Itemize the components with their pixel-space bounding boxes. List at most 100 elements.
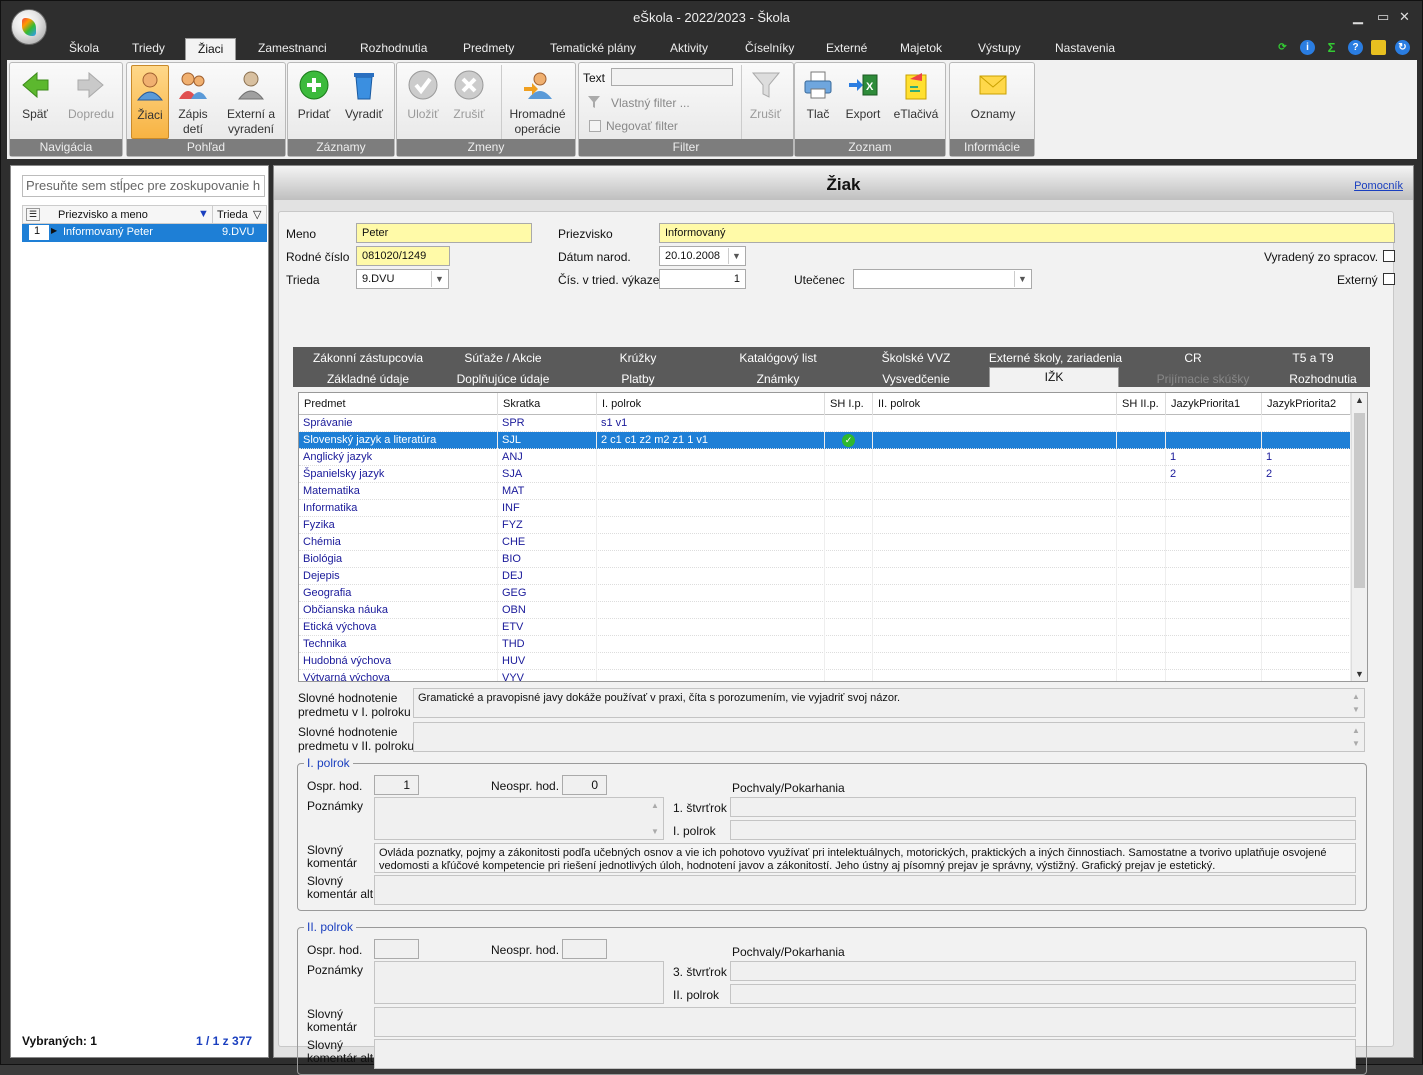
bulk-operations-button[interactable]: Hromadné operácie bbox=[501, 65, 573, 139]
save-button[interactable]: Uložiť bbox=[403, 65, 443, 139]
class-select[interactable]: 9.DVU ▼ bbox=[356, 269, 449, 289]
menu-ziaci[interactable]: Žiaci bbox=[185, 38, 237, 60]
col-sh1[interactable]: SH I.p. bbox=[825, 393, 873, 415]
custom-filter-link[interactable]: Vlastný filter ... bbox=[611, 96, 690, 110]
menu-triedy[interactable]: Triedy bbox=[132, 38, 165, 60]
remove-button[interactable]: Vyradiť bbox=[340, 65, 388, 139]
grid-scrollbar[interactable]: ▲ ▼ bbox=[1351, 393, 1367, 681]
table-row[interactable]: Fyzika FYZ bbox=[299, 517, 1351, 534]
tab-catalog-sheet[interactable]: Katalógový list bbox=[713, 351, 843, 365]
menu-tematicke-plany[interactable]: Tematické plány bbox=[550, 38, 636, 60]
half1-unexcused-field[interactable]: 0 bbox=[562, 775, 607, 795]
tab-decisions[interactable]: Rozhodnutia bbox=[1278, 372, 1368, 386]
col-name-header[interactable]: Priezvisko a meno bbox=[58, 209, 148, 221]
tab-izk[interactable]: IŽK bbox=[989, 367, 1119, 387]
enroll-button[interactable]: Zápis detí bbox=[173, 65, 213, 139]
close-icon[interactable]: ✕ bbox=[1399, 9, 1410, 25]
half1-q2-field[interactable] bbox=[730, 820, 1356, 840]
scroll-thumb[interactable] bbox=[1354, 413, 1365, 588]
half2-comment-field[interactable] bbox=[374, 1007, 1356, 1037]
table-row[interactable]: Výtvarná výchova VYV bbox=[299, 670, 1351, 681]
table-row[interactable]: Anglický jazyk ANJ 1 1 bbox=[299, 449, 1351, 466]
scroll-up-icon[interactable]: ▲ bbox=[1355, 395, 1364, 405]
menu-vystupy[interactable]: Výstupy bbox=[978, 38, 1021, 60]
tab-clubs[interactable]: Krúžky bbox=[583, 351, 693, 365]
tab-report-card[interactable]: Vysvedčenie bbox=[861, 372, 971, 386]
export-button[interactable]: X Export bbox=[841, 65, 885, 139]
table-row[interactable]: Geografia GEG bbox=[299, 585, 1351, 602]
sum-icon[interactable]: Σ bbox=[1324, 40, 1339, 55]
chevron-down-icon[interactable]: ▼ bbox=[728, 248, 744, 264]
filter-text-input[interactable] bbox=[611, 68, 733, 86]
half1-comment-field[interactable]: Ovláda poznatky, pojmy a zákonitosti pod… bbox=[374, 843, 1356, 873]
verbal-eval-half2[interactable]: ▲ ▼ bbox=[413, 722, 1365, 752]
last-name-field[interactable]: Informovaný bbox=[659, 223, 1395, 243]
chevron-down-icon[interactable]: ▼ bbox=[431, 271, 447, 287]
toolbox-icon[interactable] bbox=[1371, 40, 1386, 55]
half2-excused-field[interactable] bbox=[374, 939, 419, 959]
tab-school-vvz[interactable]: Školské VVZ bbox=[861, 351, 971, 365]
forward-button[interactable]: Dopredu bbox=[62, 65, 120, 139]
table-row[interactable]: 1 ▶ Informovaný Peter 9.DVU bbox=[22, 224, 267, 242]
table-row[interactable]: Technika THD bbox=[299, 636, 1351, 653]
table-row[interactable]: Správanie SPR s1 v1 bbox=[299, 415, 1351, 432]
table-row[interactable]: Španielsky jazyk SJA 2 2 bbox=[299, 466, 1351, 483]
menu-zamestnanci[interactable]: Zamestnanci bbox=[258, 38, 327, 60]
update-icon[interactable]: ↻ bbox=[1395, 40, 1410, 55]
col-lang2[interactable]: JazykPriorita2 bbox=[1262, 393, 1351, 415]
tab-external-schools[interactable]: Externé školy, zariadenia bbox=[983, 351, 1128, 365]
info-icon[interactable]: i bbox=[1300, 40, 1315, 55]
cancel-filter-button[interactable]: Zrušiť bbox=[741, 65, 789, 139]
col-half1[interactable]: I. polrok bbox=[597, 393, 825, 415]
students-view-button[interactable]: Žiaci bbox=[131, 65, 169, 139]
col-class-header[interactable]: Trieda bbox=[217, 209, 248, 221]
half1-alt-comment-field[interactable] bbox=[374, 875, 1356, 905]
menu-rozhodnutia[interactable]: Rozhodnutia bbox=[360, 38, 427, 60]
add-button[interactable]: Pridať bbox=[294, 65, 334, 139]
col-sh2[interactable]: SH II.p. bbox=[1117, 393, 1166, 415]
tab-payments[interactable]: Platby bbox=[583, 372, 693, 386]
scrollbar-arrows-icon[interactable] bbox=[1340, 799, 1354, 815]
tab-basic-data[interactable]: Základné údaje bbox=[293, 372, 443, 386]
half2-unexcused-field[interactable] bbox=[562, 939, 607, 959]
refresh-icon[interactable]: ⟳ bbox=[1275, 40, 1290, 55]
scrollbar-arrows-icon[interactable]: ▲ ▼ bbox=[648, 799, 662, 838]
half1-excused-field[interactable]: 1 bbox=[374, 775, 419, 795]
tab-entrance-exams[interactable]: Prijímacie skúšky bbox=[1143, 372, 1263, 386]
external-checkbox[interactable] bbox=[1383, 273, 1395, 285]
tab-grades[interactable]: Známky bbox=[713, 372, 843, 386]
class-number-field[interactable]: 1 bbox=[659, 269, 746, 289]
external-excluded-button[interactable]: Externí a vyradení bbox=[221, 65, 281, 139]
filter-active-icon[interactable]: ▼ bbox=[198, 208, 209, 220]
col-half2[interactable]: II. polrok bbox=[873, 393, 1117, 415]
group-by-drop-area[interactable]: Presuňte sem stĺpec pre zoskupovanie h bbox=[22, 175, 265, 197]
table-row[interactable]: Dejepis DEJ bbox=[299, 568, 1351, 585]
table-row[interactable]: Slovenský jazyk a literatúra SJL 2 c1 c1 z… bbox=[299, 431, 1352, 450]
menu-majetok[interactable]: Majetok bbox=[900, 38, 942, 60]
chevron-down-icon[interactable]: ▼ bbox=[1014, 271, 1030, 287]
eprint-button[interactable]: eTlačivá bbox=[891, 65, 941, 139]
table-row[interactable]: Občianska náuka OBN bbox=[299, 602, 1351, 619]
half2-q3-field[interactable] bbox=[730, 961, 1356, 981]
first-name-field[interactable]: Peter bbox=[356, 223, 532, 243]
menu-nastavenia[interactable]: Nastavenia bbox=[1055, 38, 1115, 60]
scrollbar-arrows-icon[interactable]: ▲ ▼ bbox=[1349, 724, 1363, 750]
dob-field[interactable]: 20.10.2008 ▼ bbox=[659, 246, 746, 266]
column-chooser-icon[interactable]: ☰ bbox=[26, 208, 40, 221]
excluded-checkbox[interactable] bbox=[1383, 250, 1395, 262]
table-row[interactable]: Etická výchova ETV bbox=[299, 619, 1351, 636]
half1-notes-field[interactable]: ▲ ▼ bbox=[374, 797, 664, 840]
verbal-eval-half1[interactable]: Gramatické a pravopisné javy dokáže použ… bbox=[413, 688, 1365, 718]
tab-cr[interactable]: CR bbox=[1143, 351, 1243, 365]
half2-q4-field[interactable] bbox=[730, 984, 1356, 1004]
menu-skola[interactable]: Škola bbox=[69, 38, 99, 60]
refugee-select[interactable]: ▼ bbox=[853, 269, 1032, 289]
minimize-icon[interactable]: ▁ bbox=[1353, 9, 1363, 25]
tab-competitions[interactable]: Súťaže / Akcie bbox=[433, 351, 573, 365]
help-icon[interactable]: ? bbox=[1348, 40, 1363, 55]
filter-icon[interactable]: ▽ bbox=[253, 208, 261, 221]
maximize-icon[interactable]: ▭ bbox=[1377, 9, 1389, 25]
scroll-down-icon[interactable]: ▼ bbox=[1355, 669, 1364, 679]
table-row[interactable]: Hudobná výchova HUV bbox=[299, 653, 1351, 670]
half2-notes-field[interactable] bbox=[374, 961, 664, 1004]
